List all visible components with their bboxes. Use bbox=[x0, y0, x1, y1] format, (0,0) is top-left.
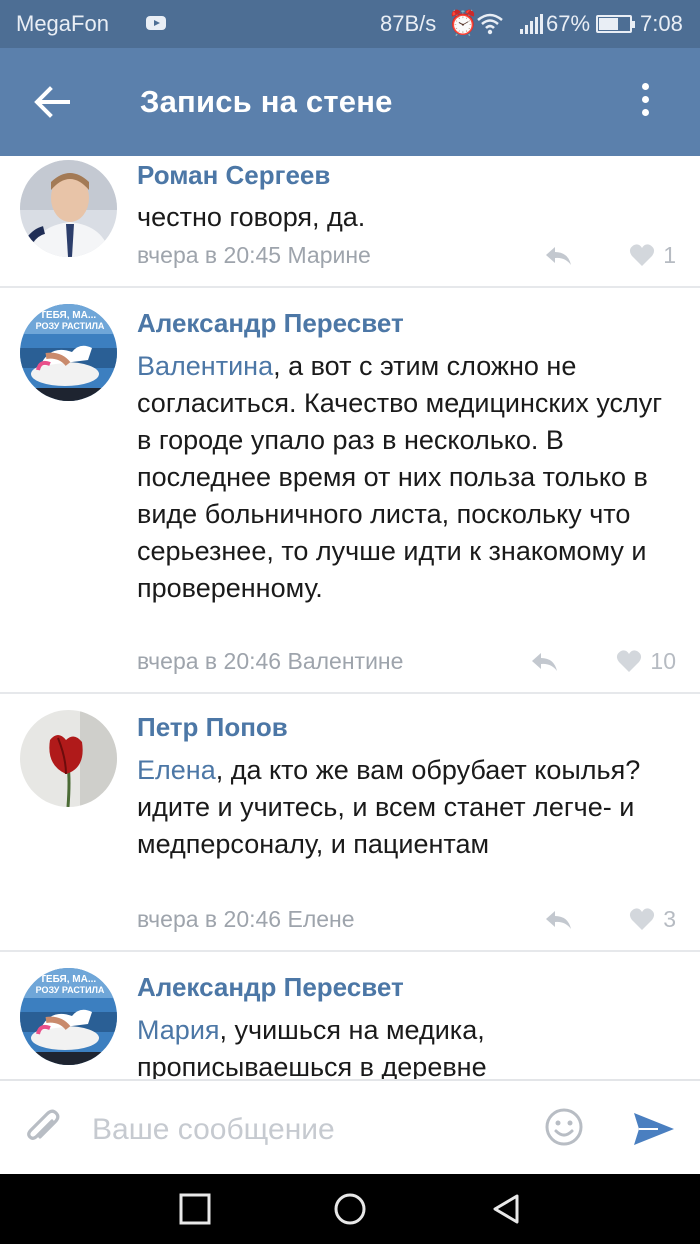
avatar[interactable] bbox=[20, 710, 117, 807]
alarm-icon: ⏰ bbox=[448, 10, 478, 37]
like-button[interactable]: 1 bbox=[629, 242, 676, 269]
like-count: 1 bbox=[663, 242, 676, 268]
clock: 7:08 bbox=[640, 11, 683, 36]
signal-strength-icon bbox=[520, 14, 544, 34]
comment-meta: вчера в 20:46 Елене bbox=[137, 906, 355, 933]
comment-text: Валентина, а вот с этим сложно не соглас… bbox=[137, 348, 667, 607]
comment-item: Роман Сергеев честно говоря, да. вчера в… bbox=[0, 156, 700, 288]
comment-text: Мария, учишься на медика, прописываешься… bbox=[137, 1012, 667, 1079]
network-speed: 87B/s bbox=[380, 11, 437, 36]
comments-list[interactable]: Роман Сергеев честно говоря, да. вчера в… bbox=[0, 156, 700, 1079]
recent-apps-icon[interactable] bbox=[178, 1192, 212, 1226]
mention-link[interactable]: Елена bbox=[137, 755, 216, 785]
comment-text: честно говоря, да. bbox=[137, 199, 667, 236]
emoji-icon[interactable] bbox=[544, 1107, 584, 1147]
home-icon[interactable] bbox=[333, 1192, 367, 1226]
comment-meta: вчера в 20:45 Марине bbox=[137, 242, 371, 269]
more-vertical-icon[interactable] bbox=[630, 80, 660, 124]
app-bar: Запись на стене bbox=[0, 48, 700, 156]
like-count: 3 bbox=[663, 906, 676, 932]
reply-icon[interactable] bbox=[543, 244, 573, 268]
youtube-notification-icon bbox=[146, 16, 166, 30]
page-title: Запись на стене bbox=[140, 84, 393, 119]
mention-link[interactable]: Валентина bbox=[137, 351, 273, 381]
comment-time: вчера в 20:45 bbox=[137, 242, 282, 268]
comment-time: вчера в 20:46 bbox=[137, 648, 282, 674]
avatar[interactable]: ТЕБЯ, МА... РОЗУ РАСТИЛА bbox=[20, 304, 117, 401]
back-arrow-icon[interactable] bbox=[30, 80, 74, 124]
carrier-name: MegaFon bbox=[16, 11, 109, 36]
wifi-icon bbox=[477, 13, 503, 35]
like-button[interactable]: 10 bbox=[616, 648, 676, 675]
system-nav-bar bbox=[0, 1174, 700, 1244]
comment-item: Петр Попов Елена, да кто же вам обрубает… bbox=[0, 696, 700, 952]
battery-percentage: 67% bbox=[546, 11, 591, 36]
comment-item: ТЕБЯ, МА... РОЗУ РАСТИЛА Александр Перес… bbox=[0, 954, 700, 1079]
like-count: 10 bbox=[650, 648, 676, 674]
comment-meta: вчера в 20:46 Валентине bbox=[137, 648, 403, 675]
avatar[interactable]: ТЕБЯ, МА... РОЗУ РАСТИЛА bbox=[20, 968, 117, 1065]
reply-to-name[interactable]: Марине bbox=[288, 242, 371, 268]
message-input[interactable]: Ваше сообщение bbox=[92, 1113, 335, 1147]
comment-item: ТЕБЯ, МА... РОЗУ РАСТИЛА Александр Перес… bbox=[0, 290, 700, 694]
comment-author[interactable]: Александр Пересвет bbox=[137, 308, 404, 339]
comment-body: честно говоря, да. bbox=[137, 202, 366, 232]
heart-icon bbox=[617, 650, 642, 672]
send-icon[interactable] bbox=[632, 1111, 676, 1147]
comment-text: Елена, да кто же вам обрубает коылья? ид… bbox=[137, 752, 667, 863]
reply-to-name[interactable]: Елене bbox=[288, 906, 355, 932]
comment-author[interactable]: Петр Попов bbox=[137, 712, 288, 743]
reply-icon[interactable] bbox=[529, 650, 559, 674]
svg-text:ТЕБЯ, МА...: ТЕБЯ, МА... bbox=[40, 310, 97, 321]
like-button[interactable]: 3 bbox=[629, 906, 676, 933]
reply-icon[interactable] bbox=[543, 908, 573, 932]
svg-text:РОЗУ РАСТИЛА: РОЗУ РАСТИЛА bbox=[36, 321, 105, 331]
avatar[interactable] bbox=[20, 160, 117, 257]
status-bar: MegaFon 87B/s ⏰ 67% 7:08 bbox=[0, 0, 700, 48]
message-input-bar: Ваше сообщение bbox=[0, 1079, 700, 1174]
mention-link[interactable]: Мария bbox=[137, 1015, 220, 1045]
svg-text:ТЕБЯ, МА...: ТЕБЯ, МА... bbox=[40, 974, 97, 985]
battery-icon bbox=[596, 15, 635, 33]
paperclip-icon[interactable] bbox=[22, 1107, 64, 1149]
heart-icon bbox=[630, 244, 655, 266]
back-triangle-icon[interactable] bbox=[490, 1192, 524, 1226]
heart-icon bbox=[630, 908, 655, 930]
comment-author[interactable]: Александр Пересвет bbox=[137, 972, 404, 1003]
comment-body: , а вот с этим сложно не согласиться. Ка… bbox=[137, 351, 663, 603]
svg-text:РОЗУ РАСТИЛА: РОЗУ РАСТИЛА bbox=[36, 985, 105, 995]
reply-to-name[interactable]: Валентине bbox=[288, 648, 404, 674]
comment-time: вчера в 20:46 bbox=[137, 906, 282, 932]
comment-author[interactable]: Роман Сергеев bbox=[137, 160, 330, 191]
